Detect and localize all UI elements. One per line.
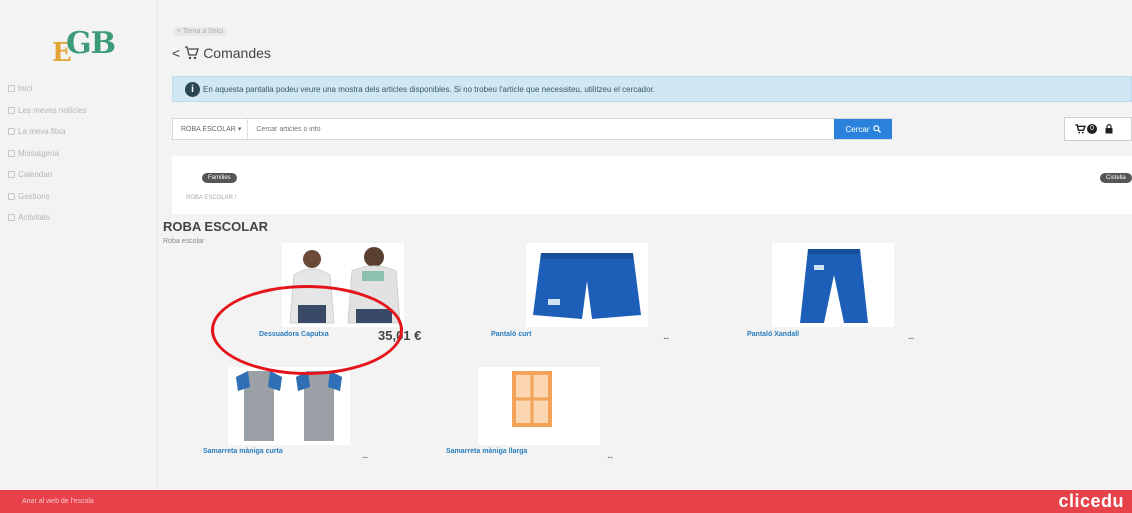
- product-name[interactable]: Samarreta màniga curta: [203, 448, 283, 455]
- sidebar-item-label: Calendari: [18, 170, 53, 180]
- sidebar: E GB Inici Les meves notícies La meva fi…: [0, 0, 158, 490]
- page-title-text: Comandes: [203, 45, 271, 61]
- breadcrumb[interactable]: < Torna a l'inici: [174, 27, 227, 36]
- cart-count-badge: 0: [1087, 124, 1097, 134]
- families-pill[interactable]: Famílies: [202, 173, 237, 183]
- product-card[interactable]: Samarreta màniga curta ...: [203, 367, 388, 467]
- sidebar-item-inici[interactable]: Inici: [8, 78, 86, 100]
- category-select[interactable]: ROBA ESCOLAR ▾: [173, 119, 249, 139]
- sidebar-item-label: Inici: [18, 84, 33, 94]
- product-card[interactable]: Pantaló curt ...: [491, 243, 686, 343]
- category-select-value: ROBA ESCOLAR: [181, 125, 236, 133]
- product-name[interactable]: Pantaló Xandall: [747, 331, 799, 338]
- search-icon: [872, 125, 881, 133]
- search-input[interactable]: [248, 125, 891, 133]
- families-panel: Famílies Cistella ROBA ESCOLAR /: [172, 156, 1132, 214]
- tracksuit-pants-image[interactable]: [772, 243, 894, 327]
- page-title: < Comandes: [172, 45, 271, 61]
- info-banner: i En aquesta pantalla podeu veure una mo…: [172, 76, 1132, 102]
- cart-icon: [185, 46, 200, 60]
- product-name[interactable]: Dessuadora Caputxa: [259, 331, 329, 338]
- sidebar-nav: Inici Les meves notícies La meva fitxa M…: [8, 78, 86, 229]
- sidebar-item-calendari[interactable]: Calendari: [8, 164, 86, 186]
- search-button[interactable]: Cercar: [834, 119, 892, 139]
- sidebar-item-label: Gestions: [18, 191, 50, 201]
- families-path[interactable]: ROBA ESCOLAR /: [186, 195, 236, 201]
- product-price: 35,01 €: [378, 328, 422, 343]
- search-bar: ROBA ESCOLAR ▾: [172, 118, 892, 140]
- lock-icon[interactable]: [1105, 124, 1113, 134]
- info-banner-text: En aquesta pantalla podeu veure una most…: [203, 84, 656, 94]
- sidebar-item-label: La meva fitxa: [18, 127, 66, 137]
- back-chevron-icon[interactable]: <: [172, 45, 180, 61]
- sidebar-item-label: Missatgeria: [18, 148, 59, 158]
- brand-logo[interactable]: clicedu: [1058, 491, 1124, 512]
- search-button-label: Cercar: [845, 124, 870, 134]
- short-sleeve-tshirt-image[interactable]: [228, 367, 350, 445]
- product-card[interactable]: Dessuadora Caputxa 35,01 €: [259, 243, 421, 343]
- sidebar-item-activitats[interactable]: Activitats: [8, 207, 86, 229]
- sidebar-item-label: Activitats: [18, 213, 51, 223]
- footer: Anar al web de l'escola clicedu: [0, 490, 1132, 513]
- sidebar-item-label: Les meves notícies: [18, 105, 87, 115]
- basket-pill[interactable]: Cistella: [1100, 173, 1132, 183]
- mail-icon: [8, 149, 15, 157]
- more-options-icon[interactable]: ...: [607, 450, 613, 461]
- more-options-icon[interactable]: ...: [362, 450, 368, 461]
- sidebar-item-gestions[interactable]: Gestions: [8, 186, 86, 208]
- shopping-cart-icon: [1075, 124, 1086, 134]
- home-icon: [8, 85, 15, 93]
- section-title: ROBA ESCOLAR: [163, 219, 268, 234]
- logo-letters-gb: GB: [66, 26, 116, 61]
- product-card[interactable]: Samarreta màniga llarga ...: [446, 367, 638, 467]
- hoodie-image[interactable]: [282, 243, 404, 327]
- school-logo[interactable]: E GB: [52, 26, 122, 68]
- sidebar-item-missatgeria[interactable]: Missatgeria: [8, 143, 86, 165]
- activities-icon: [8, 214, 15, 222]
- chevron-down-icon: ▾: [237, 126, 242, 133]
- cart-count[interactable]: 0: [1075, 124, 1097, 134]
- info-icon: i: [185, 81, 200, 97]
- cart-widget[interactable]: 0: [1064, 117, 1132, 141]
- section-subtitle: Roba escolar: [163, 238, 205, 245]
- sidebar-item-fitxa[interactable]: La meva fitxa: [8, 121, 86, 143]
- product-card[interactable]: Pantaló Xandall ...: [747, 243, 932, 343]
- long-sleeve-tshirt-image[interactable]: [478, 367, 600, 445]
- calendar-icon: [8, 171, 15, 179]
- news-icon: [8, 106, 15, 114]
- more-options-icon[interactable]: ...: [663, 331, 669, 342]
- more-options-icon[interactable]: ...: [908, 331, 914, 342]
- sidebar-item-noticies[interactable]: Les meves notícies: [8, 100, 86, 122]
- tasks-icon: [8, 192, 15, 200]
- profile-icon: [8, 128, 15, 136]
- product-name[interactable]: Pantaló curt: [491, 331, 531, 338]
- shorts-image[interactable]: [526, 243, 648, 327]
- footer-link[interactable]: Anar al web de l'escola: [22, 498, 94, 505]
- product-name[interactable]: Samarreta màniga llarga: [446, 448, 527, 455]
